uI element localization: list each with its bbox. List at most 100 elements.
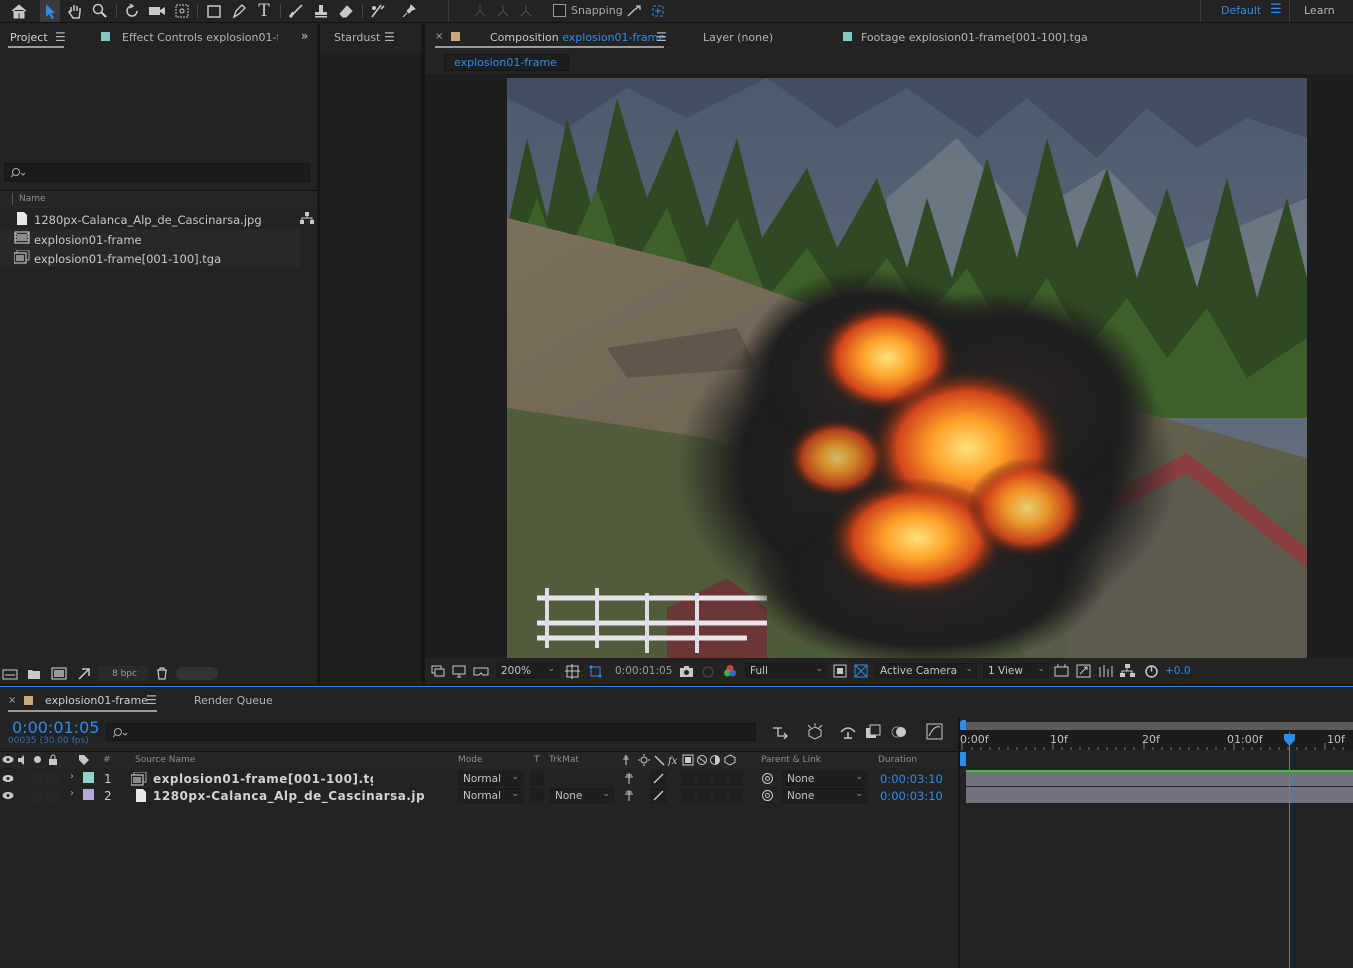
project-item[interactable]: 1280px-Calanca_Alp_de_Cascinarsa.jpg: [0, 210, 317, 229]
roto-brush-tool-icon[interactable]: [368, 0, 388, 22]
zoom-tool-icon[interactable]: [90, 0, 110, 22]
close-tab-icon[interactable]: ×: [435, 31, 443, 42]
layer-mode-dropdown[interactable]: Normal ⌄: [458, 788, 523, 803]
pen-tool-icon[interactable]: [229, 0, 249, 22]
column-number[interactable]: #: [103, 755, 111, 765]
tab-effect-controls[interactable]: Effect Controls explosion01-fran: [122, 31, 278, 44]
home-icon[interactable]: [9, 0, 29, 22]
eraser-tool-icon[interactable]: [336, 0, 356, 22]
frame-blend-switch[interactable]: [697, 788, 711, 803]
layer-source-name[interactable]: explosion01-frame[001-100].tga: [153, 772, 373, 786]
quality-switch[interactable]: [650, 788, 667, 803]
layer-label-color[interactable]: [83, 789, 94, 800]
preserve-transparency-toggle[interactable]: [530, 771, 544, 786]
solo-icon[interactable]: [34, 756, 41, 763]
camera-tool-icon[interactable]: [147, 0, 167, 22]
column-source-name[interactable]: Source Name: [135, 755, 195, 765]
expand-layer-icon[interactable]: ›: [70, 788, 74, 799]
more-tabs-icon[interactable]: »: [301, 29, 308, 43]
resolution-dropdown[interactable]: Full ⌄: [745, 663, 827, 678]
layer-label-color[interactable]: [83, 772, 94, 783]
column-name[interactable]: Name: [19, 194, 46, 204]
layer-duration[interactable]: 0:00:03:10: [880, 789, 943, 803]
tab-composition[interactable]: Composition explosion01-frame: [490, 31, 665, 44]
comp-subtab[interactable]: explosion01-frame: [444, 54, 569, 71]
world-axis-icon[interactable]: [493, 0, 513, 22]
project-item[interactable]: explosion01-frame: [0, 229, 300, 248]
time-graph[interactable]: 0:00f 10f 20f 01:00f 10f: [960, 718, 1353, 968]
rotation-tool-icon[interactable]: [122, 0, 142, 22]
view-layout-dropdown[interactable]: 1 View ⌄: [983, 663, 1049, 678]
layer-row[interactable]: › 2 1280px-Calanca_Alp_de_Cascinarsa.jp …: [0, 787, 960, 804]
composition-menu-icon[interactable]: ☰: [656, 30, 667, 44]
effect-controls-color-chip: [101, 32, 110, 41]
svg-text:fx: fx: [667, 756, 678, 766]
workspace-default[interactable]: Default: [1221, 4, 1261, 17]
playhead-handle[interactable]: [1284, 734, 1295, 746]
column-duration[interactable]: Duration: [878, 755, 917, 765]
exposure-value[interactable]: +0.0: [1165, 665, 1191, 677]
hand-tool-icon[interactable]: [65, 0, 85, 22]
stardust-menu-icon[interactable]: ☰: [384, 30, 395, 44]
tab-stardust[interactable]: Stardust: [334, 31, 380, 44]
workspace-menu-icon[interactable]: ☰: [1270, 2, 1282, 17]
layer-trkmat-dropdown[interactable]: None ⌄: [550, 788, 614, 803]
project-item[interactable]: explosion01-frame[001-100].tga: [0, 248, 300, 267]
brush-tool-icon[interactable]: [286, 0, 306, 22]
effects-switch[interactable]: [681, 771, 695, 786]
work-area-start-handle[interactable]: [960, 720, 966, 730]
layer-source-name[interactable]: 1280px-Calanca_Alp_de_Cascinarsa.jp: [153, 789, 433, 803]
snap-features-icon[interactable]: [648, 0, 668, 22]
project-search-input[interactable]: [4, 163, 310, 182]
current-time-timecode[interactable]: 0:00:01:05: [12, 718, 99, 737]
column-trkmat[interactable]: TrkMat: [549, 755, 579, 765]
3d-view-dropdown[interactable]: Active Camera ⌄: [875, 663, 977, 678]
thumbnail-slider[interactable]: [176, 667, 218, 680]
snap-edges-icon[interactable]: [624, 0, 644, 22]
pan-behind-tool-icon[interactable]: [172, 0, 192, 22]
layer-duration-bar[interactable]: [966, 787, 1353, 803]
column-t[interactable]: T: [534, 755, 540, 765]
layer-parent-dropdown[interactable]: None ⌄: [782, 788, 867, 803]
tab-layer[interactable]: Layer (none): [703, 31, 773, 44]
transparency-grid-icon: [854, 664, 868, 678]
selection-tool-icon[interactable]: [40, 0, 60, 22]
rectangle-tool-icon[interactable]: [204, 0, 224, 22]
magnification-dropdown[interactable]: 200% ⌄: [496, 663, 559, 678]
layer-mode-dropdown[interactable]: Normal ⌄: [458, 771, 523, 786]
column-parent-link[interactable]: Parent & Link: [761, 755, 821, 765]
tab-render-queue[interactable]: Render Queue: [194, 694, 273, 707]
type-tool-icon[interactable]: T: [254, 0, 274, 22]
snapping-checkbox[interactable]: [553, 4, 566, 17]
close-timeline-tab-icon[interactable]: ×: [8, 695, 16, 706]
3d-layer-switch[interactable]: [729, 788, 743, 803]
puppet-pin-tool-icon[interactable]: [399, 0, 419, 22]
workspace-learn[interactable]: Learn: [1304, 4, 1335, 17]
timeline-menu-icon[interactable]: ☰: [146, 693, 157, 707]
preserve-transparency-toggle[interactable]: [530, 788, 544, 803]
3d-layer-switch[interactable]: [729, 771, 743, 786]
clone-stamp-tool-icon[interactable]: [311, 0, 331, 22]
bit-depth-button[interactable]: 8 bpc: [112, 669, 137, 679]
tab-timeline-comp[interactable]: explosion01-frame: [45, 694, 148, 707]
effects-switch[interactable]: [681, 788, 695, 803]
project-panel: Project ☰ Effect Controls explosion01-fr…: [0, 24, 317, 684]
layer-parent-dropdown[interactable]: None ⌄: [782, 771, 867, 786]
current-time-display[interactable]: 0:00:01:05: [615, 665, 672, 677]
motion-blur-switch[interactable]: [713, 788, 727, 803]
view-axis-icon[interactable]: [516, 0, 536, 22]
expand-layer-icon[interactable]: ›: [70, 771, 74, 782]
layer-row[interactable]: › 1 explosion01-frame[001-100].tga Norma…: [0, 770, 960, 787]
motion-blur-switch[interactable]: [713, 771, 727, 786]
timeline-search-input[interactable]: [106, 723, 756, 741]
frame-blend-switch[interactable]: [697, 771, 711, 786]
tab-project[interactable]: Project: [10, 31, 48, 44]
quality-switch[interactable]: [650, 771, 667, 786]
column-mode[interactable]: Mode: [458, 755, 483, 765]
work-area-bar[interactable]: [960, 722, 1353, 730]
layer-duration[interactable]: 0:00:03:10: [880, 772, 943, 786]
tab-footage[interactable]: Footage explosion01-frame[001-100].tga: [861, 31, 1088, 44]
project-menu-icon[interactable]: ☰: [55, 30, 66, 44]
local-axis-icon[interactable]: [470, 0, 490, 22]
layer-duration-bar[interactable]: [966, 770, 1353, 786]
